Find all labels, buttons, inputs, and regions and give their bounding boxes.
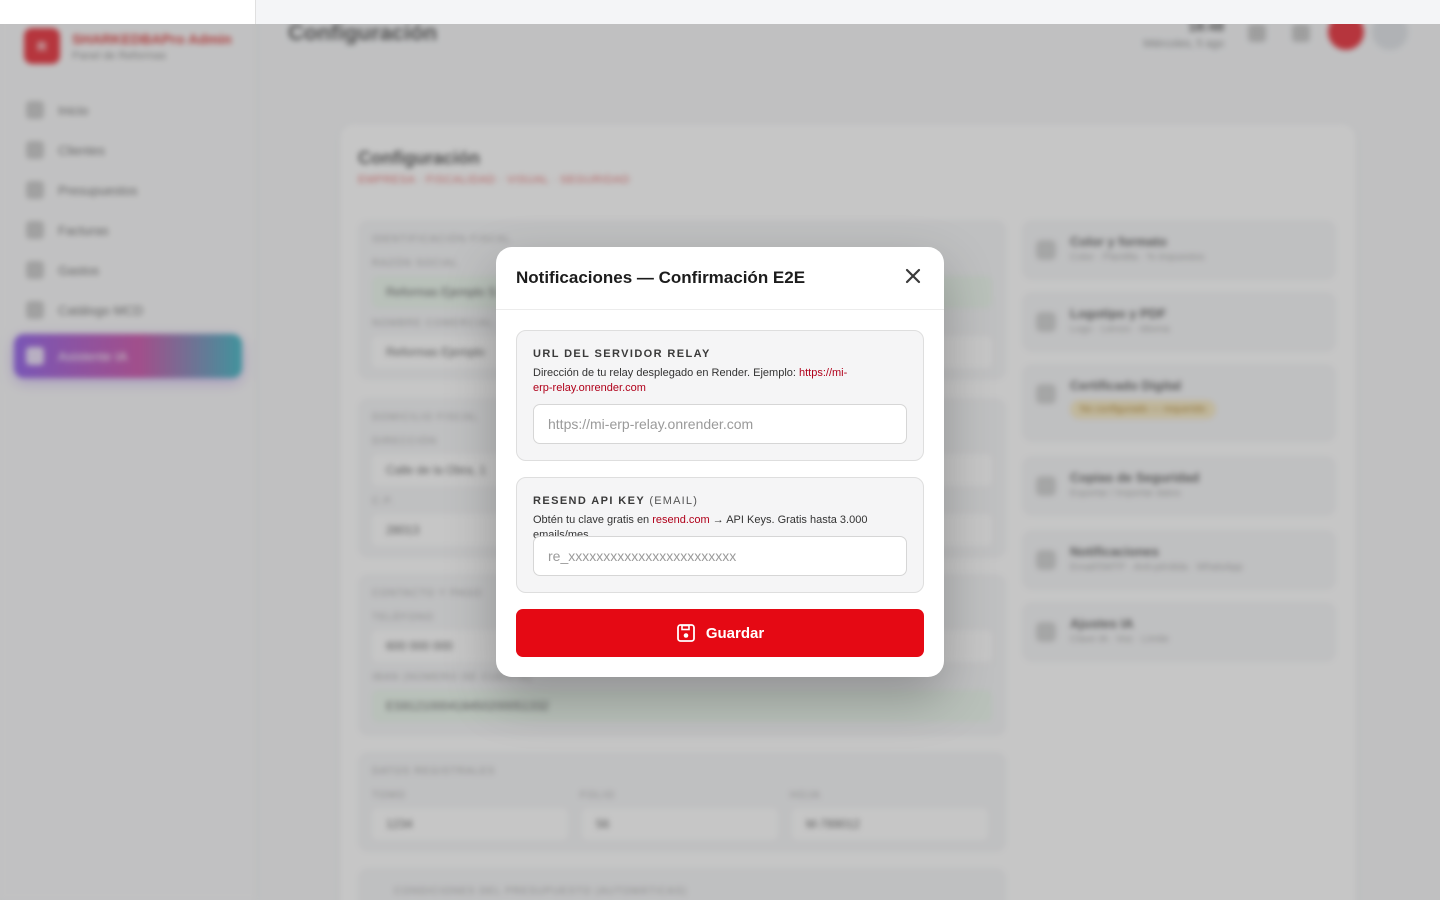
close-icon <box>905 268 921 284</box>
save-icon <box>676 624 695 642</box>
notifications-modal: Notificaciones — Confirmación E2E URL DE… <box>496 247 944 677</box>
save-button[interactable]: Guardar <box>516 609 924 657</box>
resend-key-label-suffix: (EMAIL) <box>649 495 699 507</box>
save-button-label: Guardar <box>705 624 765 642</box>
top-strip-left <box>0 0 256 24</box>
relay-url-input[interactable] <box>533 404 907 444</box>
resend-link[interactable]: resend.com <box>652 514 709 526</box>
relay-url-hint: Dirección de tu relay desplegado en Rend… <box>533 366 863 396</box>
resend-key-input[interactable] <box>533 536 907 576</box>
relay-url-section: URL DEL SERVIDOR RELAY Dirección de tu r… <box>516 330 924 461</box>
hint-text: Obtén tu clave gratis en <box>533 514 653 526</box>
top-strip <box>0 0 1440 24</box>
close-button[interactable] <box>900 263 926 289</box>
resend-key-section: RESEND API KEY (EMAIL) Obtén tu clave gr… <box>516 477 924 593</box>
hint-text: Dirección de tu relay desplegado en Rend… <box>533 367 799 379</box>
relay-url-label: URL DEL SERVIDOR RELAY <box>533 348 711 360</box>
modal-header: Notificaciones — Confirmación E2E <box>496 247 944 310</box>
resend-key-label-main: RESEND API KEY <box>533 495 645 507</box>
modal-title: Notificaciones — Confirmación E2E <box>516 268 806 287</box>
resend-key-label: RESEND API KEY (EMAIL) <box>533 495 698 507</box>
